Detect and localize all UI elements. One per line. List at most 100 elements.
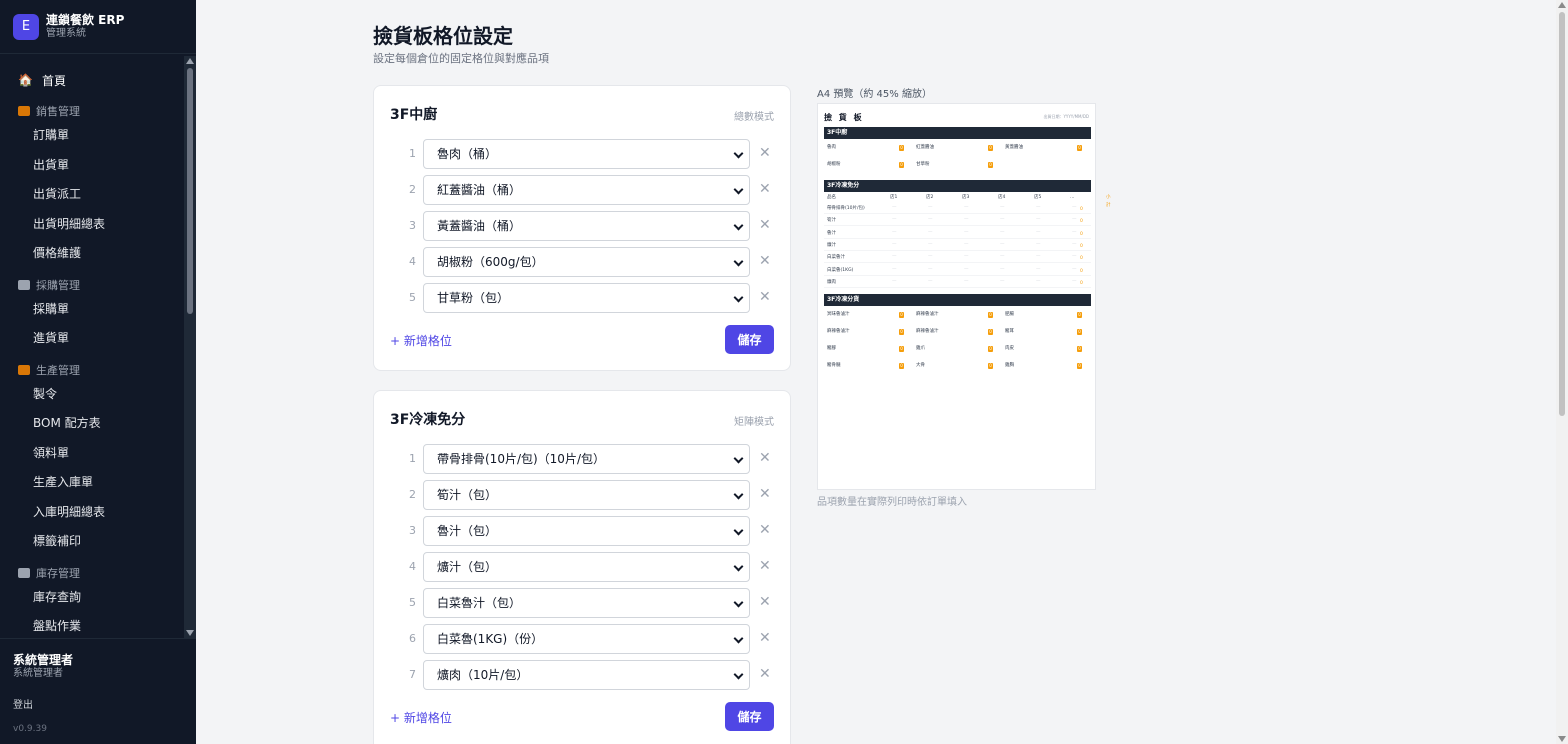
preview-matrix-row <box>824 286 1091 288</box>
preview-qty-badge: 0 <box>899 162 904 168</box>
preview-matrix-cell: — <box>928 278 933 284</box>
item-select[interactable]: 魯汁（包） <box>423 516 750 546</box>
item-select[interactable]: 爌汁（包） <box>423 552 750 582</box>
add-slot-button[interactable]: + 新增格位 <box>390 709 452 726</box>
sidebar-item[interactable]: 入庫明細總表 <box>0 498 184 528</box>
chevron-down-icon <box>733 184 744 195</box>
remove-slot-icon[interactable]: ✕ <box>759 217 771 233</box>
brand-header: E 連鎖餐飲 ERP 管理系統 <box>0 0 196 54</box>
add-slot-button[interactable]: + 新增格位 <box>390 332 452 349</box>
preview-matrix-cell: — <box>1036 205 1041 210</box>
remove-slot-icon[interactable]: ✕ <box>759 522 771 538</box>
user-panel: 系統管理者 系統管理者 登出 v0.9.39 <box>0 638 196 744</box>
slot-number: 4 <box>409 560 416 573</box>
sidebar-item[interactable]: 出貨派工 <box>0 180 184 210</box>
preview-matrix-cell: — <box>1000 278 1005 284</box>
logout-link[interactable]: 登出 <box>13 696 183 711</box>
app-name: 連鎖餐飲 ERP <box>46 13 125 27</box>
preview-cell-label: 胡椒粉 <box>827 162 841 167</box>
preview-label: A4 預覽（約 45% 縮放） <box>817 89 932 100</box>
chevron-down-icon <box>733 561 744 572</box>
sidebar-item[interactable]: BOM 配方表 <box>0 409 184 439</box>
preview-qty-badge: 0 <box>899 363 904 369</box>
sidebar-section-1: 採購管理 <box>0 275 184 295</box>
preview-matrix-cell: — <box>964 278 969 284</box>
preview-matrix-row <box>824 237 1091 239</box>
preview-cell-label: 麻辣魯滷汁 <box>916 329 939 334</box>
item-select[interactable]: 甘草粉（包） <box>423 283 750 313</box>
slot-number: 2 <box>409 183 416 196</box>
preview-matrix-cell: — <box>892 278 897 284</box>
sidebar-item[interactable]: 出貨單 <box>0 151 184 181</box>
sidebar-item[interactable]: 進貨單 <box>0 324 184 354</box>
preview-matrix-subtotal: 0 <box>1080 231 1083 237</box>
remove-slot-icon[interactable]: ✕ <box>759 145 771 161</box>
item-select-value: 爌肉（10片/包） <box>437 668 529 682</box>
preview-matrix-header: 店1 <box>890 195 898 200</box>
sidebar-item[interactable]: 出貨明細總表 <box>0 210 184 240</box>
slot-row: 2 紅蓋醬油（桶） ✕ <box>374 175 792 205</box>
sidebar-item[interactable]: 生產入庫單 <box>0 468 184 498</box>
preview-matrix-cell: — <box>1036 229 1041 235</box>
sidebar-item[interactable]: 標籤補印 <box>0 527 184 557</box>
item-select[interactable]: 爌肉（10片/包） <box>423 660 750 690</box>
preview-matrix-cell: — <box>1072 205 1077 210</box>
sidebar-item[interactable]: 採購單 <box>0 295 184 325</box>
preview-matrix-row <box>824 213 1091 214</box>
remove-slot-icon[interactable]: ✕ <box>759 253 771 269</box>
sidebar-item[interactable]: 領料單 <box>0 439 184 469</box>
sidebar-nav: 🏠 首頁 銷售管理 訂購單 出貨單 出貨派工 出貨明細總表 價格維護 採購管理 採購單 進貨單生… <box>0 54 184 638</box>
page-scroll-thumb[interactable] <box>1559 12 1565 416</box>
item-select[interactable]: 白菜魯(1KG)（份） <box>423 624 750 654</box>
preview-qty-badge: 0 <box>988 363 993 369</box>
sidebar-scroll-thumb[interactable] <box>187 68 193 314</box>
item-select-value: 黃蓋醬油（桶） <box>437 219 522 233</box>
preview-matrix-cell: — <box>1000 229 1005 235</box>
remove-slot-icon[interactable]: ✕ <box>759 450 771 466</box>
page-subtitle: 設定每個倉位的固定格位與對應品項 <box>373 52 549 65</box>
item-select-value: 筍汁（包） <box>437 488 498 502</box>
sidebar-item[interactable]: 製令 <box>0 380 184 410</box>
factory-icon <box>18 364 30 375</box>
preview-matrix-cell: — <box>1072 241 1077 247</box>
item-select[interactable]: 紅蓋醬油（桶） <box>423 175 750 205</box>
save-button[interactable]: 儲存 <box>725 702 774 731</box>
sidebar-item[interactable]: 盤點作業 <box>0 612 184 638</box>
preview-matrix-cell: — <box>1072 266 1077 272</box>
scroll-down-arrow-icon[interactable] <box>1558 736 1566 742</box>
preview-matrix-subtotal: 0 <box>1080 256 1083 262</box>
preview-matrix-cell: — <box>1036 241 1041 247</box>
save-button[interactable]: 儲存 <box>725 325 774 354</box>
item-select[interactable]: 胡椒粉（600g/包） <box>423 247 750 277</box>
app-logo: E <box>13 13 39 40</box>
preview-matrix-cell: — <box>1000 205 1005 210</box>
item-select[interactable]: 黃蓋醬油（桶） <box>423 211 750 241</box>
item-select[interactable]: 魯肉（桶） <box>423 139 750 169</box>
sidebar-item[interactable]: 訂購單 <box>0 121 184 151</box>
scroll-up-arrow-icon[interactable] <box>1558 2 1566 8</box>
remove-slot-icon[interactable]: ✕ <box>759 486 771 502</box>
preview-doc-title: 撿 貨 板 <box>824 113 864 122</box>
scroll-down-arrow-icon[interactable] <box>186 630 194 636</box>
remove-slot-icon[interactable]: ✕ <box>759 181 771 197</box>
preview-matrix-cell: — <box>1000 254 1005 260</box>
slot-row: 2 筍汁（包） ✕ <box>374 480 792 510</box>
item-select[interactable]: 帶骨排骨(10片/包)（10片/包） <box>423 444 750 474</box>
preview-section-title: 3F冷凍免分 <box>824 180 1091 192</box>
slot-number: 3 <box>409 524 416 537</box>
remove-slot-icon[interactable]: ✕ <box>759 289 771 305</box>
remove-slot-icon[interactable]: ✕ <box>759 666 771 682</box>
sidebar-item[interactable]: 價格維護 <box>0 239 184 269</box>
page-scrollbar[interactable] <box>1556 0 1568 744</box>
remove-slot-icon[interactable]: ✕ <box>759 630 771 646</box>
sidebar-item-home[interactable]: 🏠 首頁 <box>0 68 184 92</box>
slot-row: 4 胡椒粉（600g/包） ✕ <box>374 247 792 277</box>
item-select[interactable]: 筍汁（包） <box>423 480 750 510</box>
sidebar-item[interactable]: 庫存查詢 <box>0 583 184 613</box>
remove-slot-icon[interactable]: ✕ <box>759 558 771 574</box>
preview-matrix-cell: — <box>1036 266 1041 272</box>
scroll-up-arrow-icon[interactable] <box>186 58 194 64</box>
item-select[interactable]: 白菜魯汁（包） <box>423 588 750 618</box>
remove-slot-icon[interactable]: ✕ <box>759 594 771 610</box>
sidebar-scrollbar[interactable] <box>184 56 196 638</box>
